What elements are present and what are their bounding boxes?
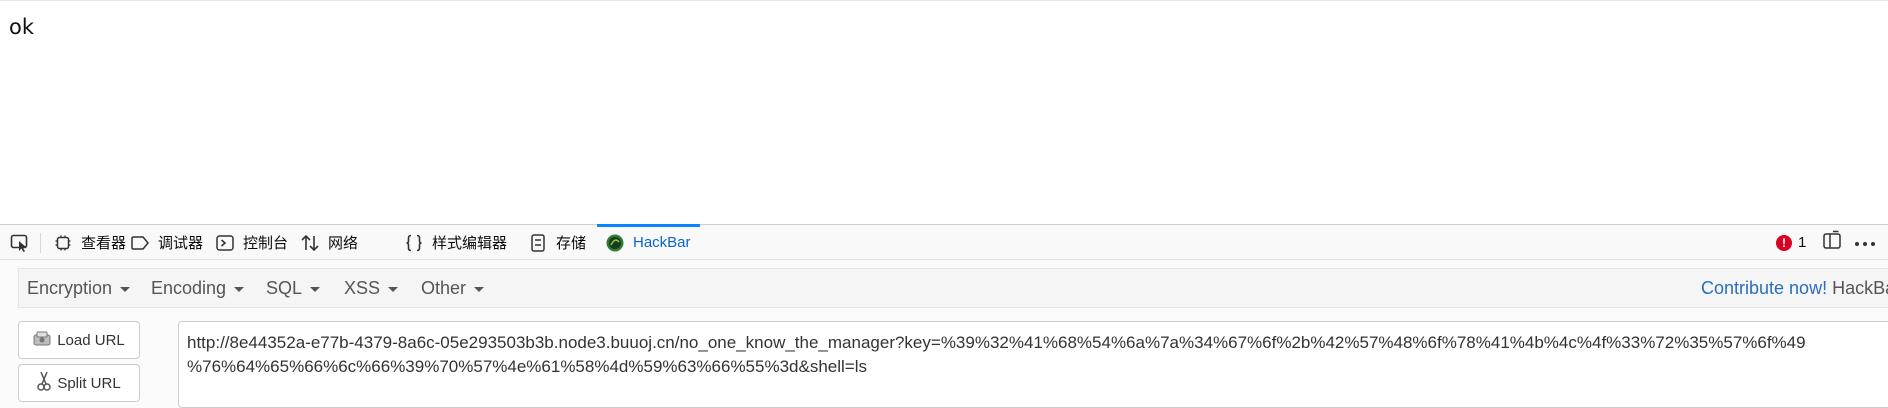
tab-debugger-label: 调试器 (158, 235, 204, 252)
more-options-icon[interactable] (1854, 234, 1876, 252)
hackbar-logo-icon (605, 233, 625, 253)
tab-debugger[interactable]: 调试器 (130, 225, 203, 260)
error-icon: ! (1776, 234, 1792, 251)
toolbar-right (1822, 225, 1876, 260)
tab-style-editor-label: 样式编辑器 (432, 235, 508, 252)
error-count: 1 (1798, 234, 1807, 251)
url-line-2: %76%64%65%66%6c%66%39%70%57%4e%61%58%4d%… (187, 357, 867, 376)
menu-other-label: Other (421, 277, 467, 298)
menu-sql-label: SQL (266, 277, 303, 298)
debugger-icon (130, 233, 150, 253)
chevron-down-icon (120, 286, 131, 292)
menu-encryption-label: Encryption (27, 277, 113, 298)
style-editor-icon (404, 233, 424, 253)
tab-storage-label: 存储 (556, 235, 587, 252)
tab-network-label: 网络 (328, 235, 359, 252)
tab-hackbar-label: HackBar (633, 234, 691, 251)
menu-xss-label: XSS (344, 277, 381, 298)
chevron-down-icon (310, 286, 321, 292)
split-url-button[interactable]: Split URL (18, 364, 140, 402)
chevron-down-icon (474, 286, 485, 292)
url-input[interactable]: http://8e44352a-e77b-4379-8a6c-05e293503… (178, 321, 1888, 408)
load-url-icon (33, 330, 51, 350)
menu-other[interactable]: Other (421, 269, 485, 307)
tab-inspector[interactable]: 查看器 (53, 225, 126, 260)
contribute-area: Contribute now! HackBar v (1701, 269, 1888, 307)
network-icon (300, 233, 320, 253)
page-content: ok (0, 0, 1888, 225)
menu-encoding-label: Encoding (151, 277, 227, 298)
chevron-down-icon (388, 286, 399, 292)
tab-inspector-label: 查看器 (81, 235, 127, 252)
hackbar-version: HackBar v (1832, 277, 1888, 298)
tab-console[interactable]: 控制台 (215, 225, 288, 260)
tab-console-label: 控制台 (243, 235, 289, 252)
scissors-icon (37, 371, 52, 395)
load-url-button[interactable]: Load URL (18, 321, 140, 359)
menu-encryption[interactable]: Encryption (27, 269, 131, 307)
menu-sql[interactable]: SQL (266, 269, 321, 307)
menu-xss[interactable]: XSS (344, 269, 399, 307)
inspector-icon (53, 233, 73, 253)
url-line-1: http://8e44352a-e77b-4379-8a6c-05e293503… (187, 333, 1806, 352)
load-url-label: Load URL (57, 331, 125, 349)
console-icon (215, 233, 235, 253)
split-url-label: Split URL (57, 374, 121, 392)
tab-storage[interactable]: 存储 (528, 225, 586, 260)
devtools-panel: 查看器 调试器 控制台 网络 样式编辑器 存储 HackBar ! 1 Encr… (0, 224, 1888, 408)
toolbar-divider (40, 233, 41, 253)
error-count-badge[interactable]: ! 1 (1776, 225, 1806, 260)
tab-network[interactable]: 网络 (300, 225, 358, 260)
element-picker-icon[interactable] (8, 233, 32, 253)
menu-encoding[interactable]: Encoding (151, 269, 245, 307)
page-body-text: ok (9, 15, 35, 39)
dock-side-icon[interactable] (1822, 230, 1842, 255)
contribute-link[interactable]: Contribute now! (1701, 278, 1827, 299)
tab-style-editor[interactable]: 样式编辑器 (404, 225, 507, 260)
chevron-down-icon (234, 286, 245, 292)
hackbar-menu: Encryption Encoding SQL XSS Other Contri… (18, 268, 1888, 308)
tab-hackbar[interactable]: HackBar (597, 224, 700, 260)
storage-icon (528, 233, 548, 253)
devtools-toolbar: 查看器 调试器 控制台 网络 样式编辑器 存储 HackBar ! 1 (0, 224, 1888, 260)
